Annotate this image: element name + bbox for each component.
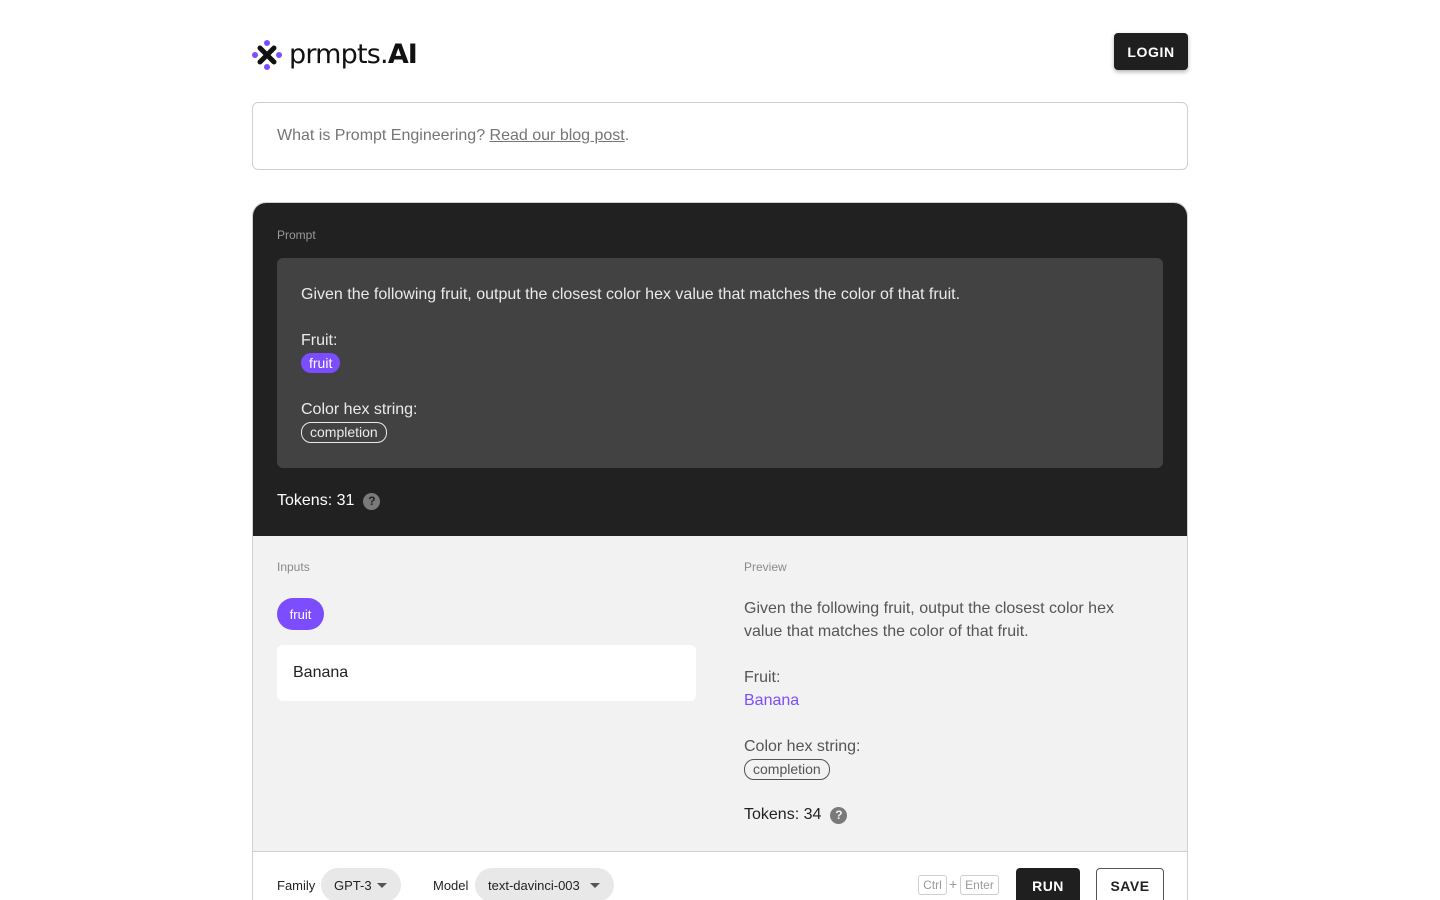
banner-suffix: . (624, 127, 630, 144)
ctrl-key-hint: Ctrl (918, 875, 947, 895)
logo[interactable]: prmpts.AI (252, 39, 418, 70)
prompt-variable-chip[interactable]: fruit (301, 353, 341, 373)
info-banner: What is Prompt Engineering? Read our blo… (252, 102, 1188, 170)
enter-key-hint: Enter (960, 875, 999, 895)
prompt-token-count: Tokens: 31 ? (277, 492, 381, 510)
prompt-section: Prompt Given the following fruit, output… (253, 203, 1187, 536)
run-button[interactable]: RUN (1016, 868, 1080, 900)
logo-text-bold: AI (387, 39, 418, 70)
family-select[interactable]: GPT-3 (321, 868, 401, 900)
preview-token-count: Tokens: 34 ? (744, 806, 848, 824)
input-variable-chip[interactable]: fruit (277, 598, 324, 630)
login-button[interactable]: LOGIN (1114, 33, 1188, 70)
model-value: text-davinci-003 (488, 877, 580, 893)
caret-down-icon (590, 883, 600, 888)
caret-down-icon (377, 883, 387, 888)
toolbar: Family GPT-3 Model text-davinci-003 Ctrl… (253, 851, 1187, 900)
prompt-completion-chip: completion (301, 422, 387, 443)
io-section: Inputs fruit Preview Given the following… (253, 536, 1187, 851)
prompt-label: Prompt (277, 228, 316, 242)
logo-text: prmpts.AI (289, 39, 418, 70)
molecule-logo-icon (252, 40, 282, 70)
preview-label: Preview (744, 560, 787, 574)
prompt-color-label: Color hex string: (301, 401, 418, 418)
family-label: Family (277, 878, 316, 893)
preview-text: Given the following fruit, output the cl… (744, 597, 1144, 781)
prompt-editor[interactable]: Given the following fruit, output the cl… (277, 258, 1163, 468)
blog-post-link[interactable]: Read our blog post (490, 127, 625, 145)
model-label: Model (433, 878, 469, 893)
preview-color-label: Color hex string: (744, 738, 861, 755)
inputs-label: Inputs (277, 560, 310, 574)
prompt-card: Prompt Given the following fruit, output… (252, 202, 1188, 900)
help-icon[interactable]: ? (830, 806, 848, 824)
preview-instruction: Given the following fruit, output the cl… (744, 600, 1114, 640)
header: prmpts.AI LOGIN (252, 32, 1188, 72)
prompt-fruit-label: Fruit: (301, 332, 338, 349)
prompt-tokens-text: Tokens: 31 (277, 492, 355, 509)
banner-text: What is Prompt Engineering? (277, 127, 490, 144)
prompt-instruction: Given the following fruit, output the cl… (301, 286, 961, 303)
shortcut-plus: + (949, 876, 958, 892)
preview-fruit-label: Fruit: (744, 669, 781, 686)
preview-fruit-value: Banana (744, 692, 800, 709)
save-button[interactable]: SAVE (1096, 868, 1164, 900)
fruit-input[interactable] (277, 645, 696, 701)
logo-text-light: prmpts. (289, 39, 389, 70)
model-select[interactable]: text-davinci-003 (475, 868, 614, 900)
help-icon[interactable]: ? (363, 492, 381, 510)
preview-completion-chip: completion (744, 759, 830, 780)
family-value: GPT-3 (334, 877, 372, 893)
preview-tokens-text: Tokens: 34 (744, 806, 822, 823)
